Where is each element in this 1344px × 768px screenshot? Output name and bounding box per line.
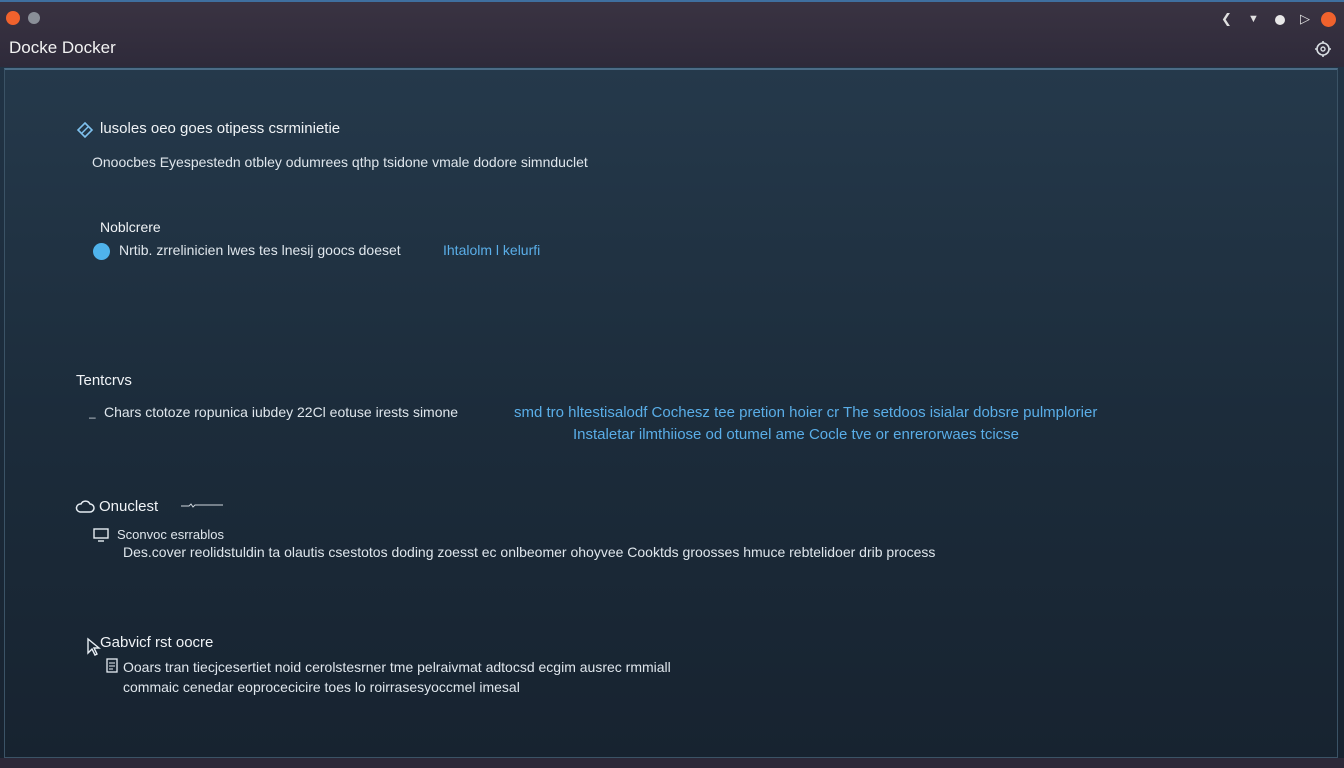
app-window: Docke Docker ❮ ▼ ▷ lusoles oeo goes otip…	[0, 0, 1344, 768]
chevron-down-icon[interactable]: ▼	[1248, 12, 1259, 26]
bottom-border	[0, 758, 1344, 768]
tenters-heading: Tentcrvs	[76, 372, 132, 389]
intro-heading: lusoles oeo goes otipess csrminietie	[100, 120, 341, 137]
note-item-link[interactable]: Ihtalolm l kelurfi	[443, 242, 540, 258]
ondclest-subitem-text: Des.cover reolidstuldin ta olautis csest…	[123, 544, 936, 560]
monitor-icon	[93, 528, 109, 547]
bullet-dash-icon: –	[89, 410, 96, 424]
document-icon	[106, 658, 118, 678]
ondclest-heading: Onuclest	[99, 498, 159, 515]
tenters-item-link-line1[interactable]: smd tro hltestisalodf Cochesz tee pretio…	[514, 404, 1097, 421]
tenters-item-text: Chars ctotoze ropunica iubdey 22Cl eotus…	[104, 404, 459, 420]
gabvict-heading: Gabvicf rst oocre	[100, 634, 214, 651]
gabvict-line2: commaic cenedar eoprocecicire toes lo ro…	[123, 679, 520, 695]
cloud-icon	[75, 499, 95, 520]
tenters-item-link-line2[interactable]: Instaletar ilmthiiose od otumel ame Cocl…	[573, 426, 1019, 443]
diamond-icon	[76, 121, 94, 144]
minimize-window-button[interactable]	[28, 12, 40, 24]
window-title: Docke Docker	[9, 38, 116, 57]
intro-description: Onoocbes Eyespestedn otbley odumrees qth…	[92, 154, 588, 170]
play-icon[interactable]: ▷	[1300, 12, 1310, 26]
close-window-button[interactable]	[6, 11, 20, 25]
gabvict-line1: Ooars tran tiecjcesertiet noid cerolstes…	[123, 659, 671, 675]
title-bar: Docke Docker ❮ ▼ ▷	[0, 0, 1344, 67]
chevron-left-icon[interactable]: ❮	[1221, 12, 1232, 26]
note-heading: Noblcrere	[100, 219, 161, 235]
info-dot-icon	[93, 243, 110, 260]
gear-icon[interactable]	[1314, 40, 1332, 61]
underline-squiggle-icon	[181, 503, 223, 508]
note-item-text: Nrtib. zrrelinicien lwes tes lnesij gooc…	[119, 242, 401, 258]
orange-status-button[interactable]	[1321, 12, 1336, 27]
status-dot-icon[interactable]	[1275, 15, 1285, 25]
ondclest-subitem-label: Sconvoc esrrablos	[117, 527, 224, 542]
